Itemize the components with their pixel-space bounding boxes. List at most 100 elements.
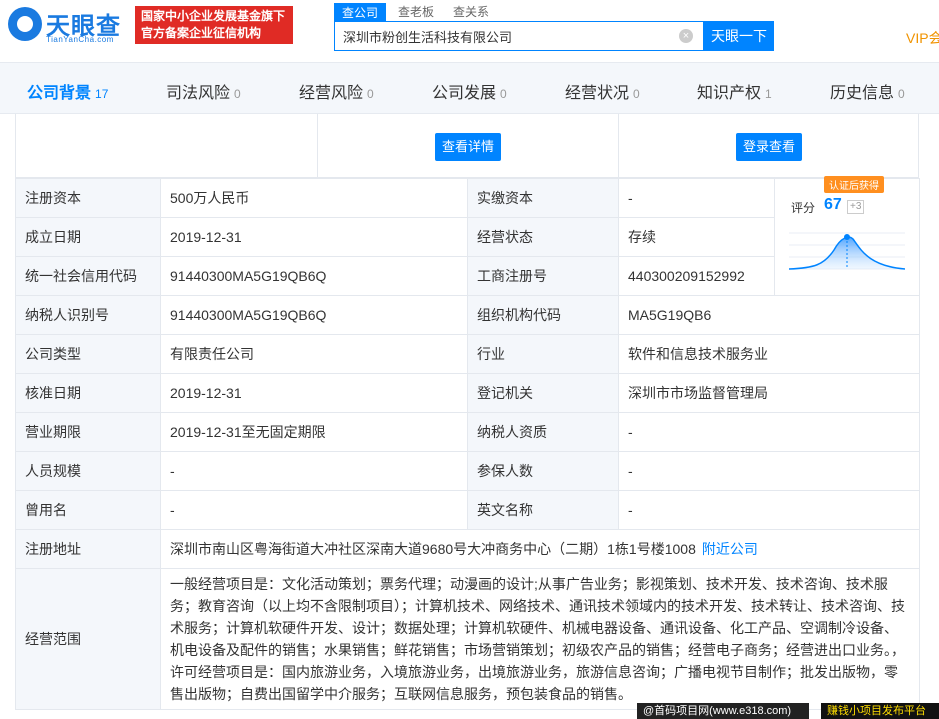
badge-line-1: 国家中小企业发展基金旗下 (141, 9, 286, 23)
tab-label: 公司发展 (432, 85, 497, 102)
taxpayer-qual-label: 纳税人资质 (467, 412, 619, 452)
table-row: 注册资本 500万人民币 实缴资本 - 认证后获得 评分 67 +3 (15, 176, 920, 296)
tab-company-development[interactable]: 公司发展 0 (432, 79, 507, 103)
staff-size-value: - (160, 451, 468, 491)
tab-label: 历史信息 (830, 85, 895, 102)
table-row: 纳税人识别号 91440300MA5G19QB6Q 组织机构代码 MA5G19Q… (15, 295, 920, 335)
found-date-value: 2019-12-31 (160, 217, 468, 257)
org-code-value: MA5G19QB6 (618, 295, 920, 335)
tab-business-risk[interactable]: 经营风险 0 (299, 79, 374, 103)
address-label: 注册地址 (15, 529, 161, 569)
table-row: 经营范围 一般经营项目是：文化活动策划；票务代理；动漫画的设计;从事广告业务；影… (15, 568, 920, 710)
tab-legal-risk[interactable]: 司法风险 0 (166, 79, 241, 103)
section-nav: 公司背景 17 司法风险 0 经营风险 0 公司发展 0 经营状况 0 知识产权 1 历史信… (0, 62, 939, 114)
former-name-value: - (160, 490, 468, 530)
scope-value: 一般经营项目是：文化活动策划；票务代理；动漫画的设计;从事广告业务；影视策划、技… (160, 568, 920, 710)
score-value: 67 (824, 196, 842, 213)
paid-capital-label: 实缴资本 (467, 178, 619, 218)
tab-count: 0 (367, 87, 374, 101)
reg-capital-value: 500万人民币 (160, 178, 468, 218)
tab-count: 0 (500, 87, 507, 101)
table-row: 核准日期 2019-12-31 登记机关 深圳市市场监督管理局 (15, 373, 920, 413)
paid-capital-value: - (618, 178, 775, 218)
search-box: × (334, 21, 704, 51)
tab-history-info[interactable]: 历史信息 0 (830, 79, 905, 103)
search-button[interactable]: 天眼一下 (704, 21, 774, 51)
logo-eye-icon (8, 7, 42, 41)
status-label: 经营状态 (467, 217, 619, 257)
scope-label: 经营范围 (15, 568, 161, 710)
industry-value: 软件和信息技术服务业 (618, 334, 920, 374)
tab-count: 0 (234, 87, 241, 101)
credit-code-label: 统一社会信用代码 (15, 256, 161, 296)
credit-code-value: 91440300MA5G19QB6Q (160, 256, 468, 296)
tianyancha-logo[interactable]: 天眼查 TianYanCha.com (8, 5, 128, 47)
score-label: 评分 (791, 201, 816, 215)
insured-value: - (618, 451, 920, 491)
table-row: 公司类型 有限责任公司 行业 软件和信息技术服务业 (15, 334, 920, 374)
former-name-label: 曾用名 (15, 490, 161, 530)
tab-label: 司法风险 (166, 85, 231, 102)
table-row: 注册地址 深圳市南山区粤海街道大冲社区深南大道9680号大冲商务中心（二期）1栋… (15, 529, 920, 569)
table-row: 人员规模 - 参保人数 - (15, 451, 920, 491)
company-info-table: 注册资本 500万人民币 实缴资本 - 认证后获得 评分 67 +3 成立日期 … (15, 176, 920, 710)
search-tab-relation[interactable]: 查关系 (453, 3, 489, 20)
biz-reg-label: 工商注册号 (467, 256, 619, 296)
status-value: 存续 (618, 217, 775, 257)
tab-business-status[interactable]: 经营状况 0 (565, 79, 640, 103)
watermark-left: @首码项目网(www.e318.com) (637, 703, 809, 719)
biz-term-value: 2019-12-31至无固定期限 (160, 412, 468, 452)
search-input[interactable] (335, 22, 675, 50)
nearby-companies-link[interactable]: 附近公司 (702, 541, 758, 557)
found-date-label: 成立日期 (15, 217, 161, 257)
logo-subtext: TianYanCha.com (46, 35, 114, 44)
biz-term-label: 营业期限 (15, 412, 161, 452)
tab-count: 0 (898, 87, 905, 101)
search-tab-company[interactable]: 查公司 (334, 3, 387, 22)
credit-score-panel[interactable]: 认证后获得 评分 67 +3 (774, 176, 920, 296)
reg-capital-label: 注册资本 (15, 178, 161, 218)
english-name-label: 英文名称 (467, 490, 619, 530)
top-cards: 查看详情 登录查看 (15, 114, 919, 178)
approve-date-label: 核准日期 (15, 373, 161, 413)
view-details-button[interactable]: 查看详情 (435, 133, 501, 161)
english-name-value: - (618, 490, 920, 530)
biz-reg-value: 440300209152992 (618, 256, 775, 296)
site-header: 天眼查 TianYanCha.com 国家中小企业发展基金旗下 官方备案企业征信… (0, 0, 939, 62)
tax-id-label: 纳税人识别号 (15, 295, 161, 335)
company-type-value: 有限责任公司 (160, 334, 468, 374)
company-type-label: 公司类型 (15, 334, 161, 374)
tab-label: 知识产权 (697, 85, 762, 102)
search-tab-boss[interactable]: 查老板 (398, 3, 434, 20)
tab-label: 经营风险 (299, 85, 364, 102)
watermark-right: 赚钱小项目发布平台 (821, 703, 939, 719)
approve-date-value: 2019-12-31 (160, 373, 468, 413)
tab-count: 17 (95, 87, 109, 101)
divider (317, 114, 318, 177)
industry-label: 行业 (467, 334, 619, 374)
staff-size-label: 人员规模 (15, 451, 161, 491)
tab-count: 1 (765, 87, 772, 101)
vip-link[interactable]: VIP会 (906, 28, 939, 48)
score-delta: +3 (847, 200, 865, 214)
reg-authority-label: 登记机关 (467, 373, 619, 413)
insured-label: 参保人数 (467, 451, 619, 491)
table-row: 营业期限 2019-12-31至无固定期限 纳税人资质 - (15, 412, 920, 452)
reg-authority-value: 深圳市市场监督管理局 (618, 373, 920, 413)
address-value: 深圳市南山区粤海街道大冲社区深南大道9680号大冲商务中心（二期）1栋1号楼10… (170, 541, 696, 557)
org-code-label: 组织机构代码 (467, 295, 619, 335)
address-cell: 深圳市南山区粤海街道大冲社区深南大道9680号大冲商务中心（二期）1栋1号楼10… (160, 529, 920, 569)
tax-id-value: 91440300MA5G19QB6Q (160, 295, 468, 335)
login-view-button[interactable]: 登录查看 (736, 133, 802, 161)
certified-tag: 认证后获得 (824, 176, 884, 193)
badge-line-2: 官方备案企业征信机构 (141, 26, 262, 40)
divider (618, 114, 619, 177)
tab-intellectual-property[interactable]: 知识产权 1 (697, 79, 772, 103)
tab-company-background[interactable]: 公司背景 17 (27, 79, 108, 103)
tab-label: 经营状况 (565, 85, 630, 102)
taxpayer-qual-value: - (618, 412, 920, 452)
official-badge: 国家中小企业发展基金旗下 官方备案企业征信机构 (135, 6, 293, 44)
score-distribution-chart (789, 232, 905, 270)
clear-icon[interactable]: × (679, 29, 693, 43)
tab-label: 公司背景 (27, 85, 92, 102)
